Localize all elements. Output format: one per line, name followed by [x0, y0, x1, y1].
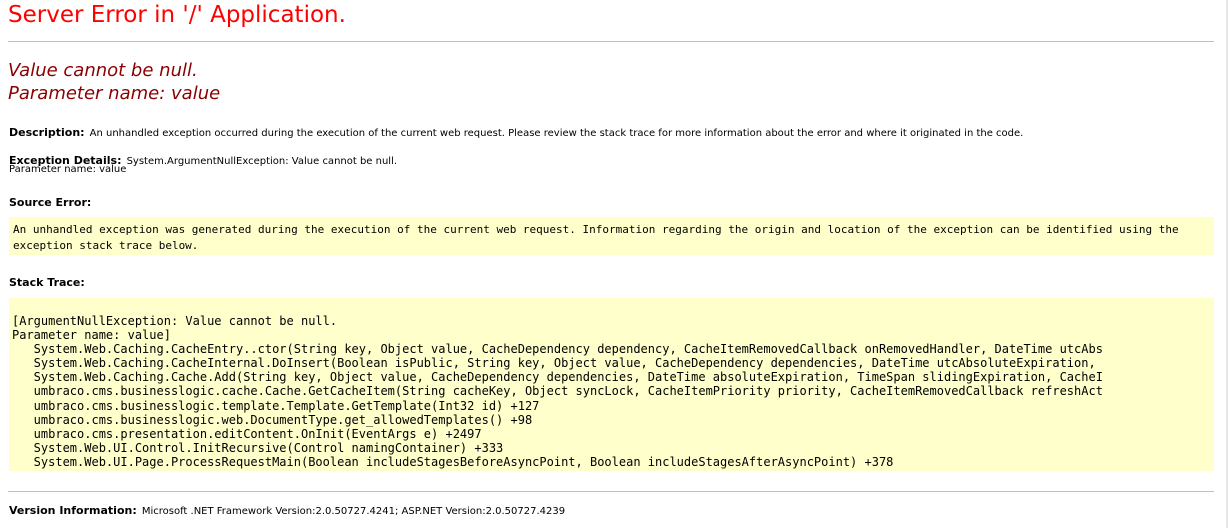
stack-trace-text: [ArgumentNullException: Value cannot be …: [9, 298, 1214, 469]
exception-details-text: System.ArgumentNullException: Value cann…: [126, 156, 398, 167]
description-text: An unhandled exception occurred during t…: [89, 128, 1024, 139]
source-error-box: An unhandled exception was generated dur…: [9, 217, 1214, 255]
stack-trace-line: System.Web.Caching.CacheInternal.DoInser…: [12, 356, 1103, 371]
version-information-label: Version Information:: [9, 504, 137, 517]
description-section: Description: An unhandled exception occu…: [9, 121, 1023, 140]
page-title: Server Error in '/' Application.: [8, 2, 346, 28]
exception-parameter-text: Parameter name: value: [9, 164, 127, 175]
error-message: Value cannot be null. Parameter name: va…: [8, 59, 220, 105]
stack-trace-line: umbraco.cms.businesslogic.template.Templ…: [12, 398, 540, 413]
stack-trace-line: [ArgumentNullException: Value cannot be …: [12, 314, 338, 328]
stack-trace-box[interactable]: [ArgumentNullException: Value cannot be …: [9, 298, 1214, 471]
stack-trace-line: System.Web.UI.Control.InitRecursive(Cont…: [12, 440, 504, 455]
top-divider: [8, 41, 1214, 42]
stack-trace-label: Stack Trace:: [9, 276, 85, 289]
stack-trace-line: System.Web.UI.Page.ProcessRequestMain(Bo…: [12, 454, 894, 469]
bottom-divider: [8, 491, 1214, 492]
stack-trace-line: System.Web.Caching.Cache.Add(String key,…: [12, 370, 1103, 385]
error-message-line2: Parameter name: value: [8, 83, 221, 104]
stack-trace-line: Parameter name: value]: [12, 328, 171, 343]
stack-trace-line: System.Web.Caching.CacheEntry..ctor(Stri…: [12, 342, 1103, 357]
error-page: Server Error in '/' Application. Value c…: [0, 0, 1228, 528]
source-error-label: Source Error:: [9, 196, 92, 209]
version-information-text: Microsoft .NET Framework Version:2.0.507…: [141, 506, 566, 517]
source-error-section: Source Error:: [9, 191, 91, 210]
stack-trace-line: umbraco.cms.presentation.editContent.OnI…: [12, 426, 482, 441]
stack-trace-line: umbraco.cms.businesslogic.web.DocumentTy…: [12, 412, 533, 427]
description-label: Description:: [9, 126, 85, 139]
version-information-section: Version Information: Microsoft .NET Fram…: [9, 499, 565, 518]
error-message-line1: Value cannot be null.: [8, 60, 198, 81]
stack-trace-line: umbraco.cms.businesslogic.cache.Cache.Ge…: [12, 384, 1103, 399]
stack-trace-section: Stack Trace:: [9, 271, 85, 290]
source-error-text: An unhandled exception was generated dur…: [13, 223, 1179, 252]
